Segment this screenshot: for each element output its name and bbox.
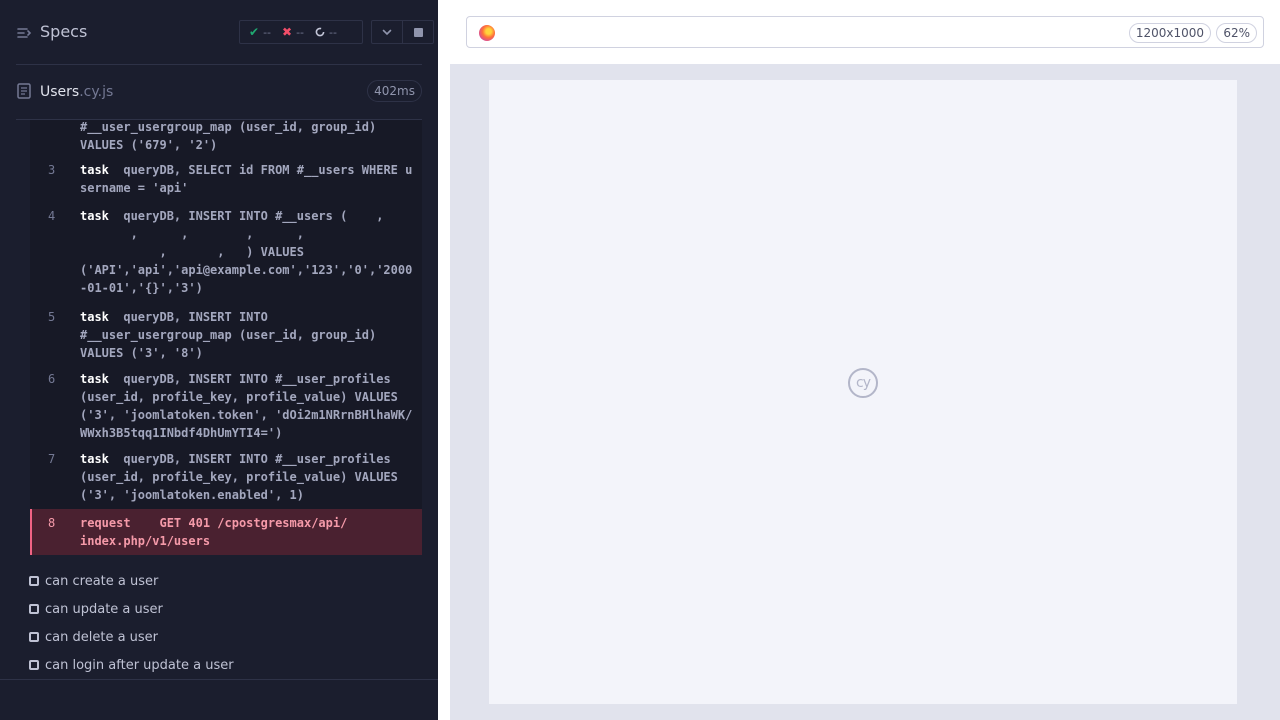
x-icon: ✖: [282, 25, 293, 39]
command-number: 5: [48, 310, 56, 324]
cypress-logo-text: cy: [856, 375, 871, 391]
command-message-text: queryDB, SELECT id FROM #__users WHERE u…: [80, 163, 413, 195]
test-pending-icon: [29, 660, 39, 670]
command-name: request: [80, 516, 131, 530]
command-message-text: queryDB, INSERT INTO #__user_profiles (u…: [80, 452, 398, 502]
command-log-entry[interactable]: 4 task queryDB, INSERT INTO #__users ( ,…: [30, 207, 422, 299]
pending-count: --: [329, 25, 337, 39]
specs-title[interactable]: Specs: [40, 22, 87, 41]
test-title: can login after update a user: [45, 657, 234, 673]
command-message-text: queryDB, INSERT INTO #__user_profiles (u…: [80, 372, 413, 440]
command-log-entry[interactable]: 7 task queryDB, INSERT INTO #__user_prof…: [30, 450, 422, 504]
command-log[interactable]: #__user_usergroup_map (user_id, group_id…: [30, 120, 422, 555]
test-item[interactable]: can delete a user: [29, 627, 158, 647]
command-number: 7: [48, 452, 56, 466]
command-log-entry[interactable]: #__user_usergroup_map (user_id, group_id…: [30, 120, 422, 154]
command-log-entry-failed[interactable]: 8 request GET 401 /cpostgresmax/api/ ind…: [30, 509, 422, 555]
command-message: task queryDB, INSERT INTO #__user_profil…: [80, 450, 416, 504]
command-message: task queryDB, INSERT INTO #__user_profil…: [80, 370, 416, 442]
command-number: 4: [48, 209, 56, 223]
command-name: task: [80, 310, 109, 324]
test-item[interactable]: can update a user: [29, 599, 163, 619]
spec-file-extension: .cy.js: [79, 84, 114, 100]
spec-duration-badge: 402ms: [367, 80, 422, 102]
stop-icon: [413, 27, 423, 37]
command-name: task: [80, 209, 109, 223]
failed-count: --: [296, 25, 305, 39]
stat-pending: --: [315, 26, 337, 39]
command-number: 3: [48, 163, 56, 177]
command-name: task: [80, 372, 109, 386]
viewport-zoom-badge[interactable]: 62%: [1216, 23, 1257, 43]
spec-file-header: Users.cy.js 402ms: [0, 65, 438, 120]
reporter-panel: Specs ✔ -- ✖ -- -- Users.cy.js 402ms #__…: [0, 0, 438, 720]
stat-failed: ✖ --: [282, 25, 304, 39]
command-message: task queryDB, INSERT INTO #__users ( , ,…: [80, 207, 416, 297]
command-number: 8: [48, 516, 56, 530]
test-pending-icon: [29, 604, 39, 614]
test-item[interactable]: can create a user: [29, 571, 158, 591]
viewport-size-badge[interactable]: 1200x1000: [1128, 23, 1211, 43]
spec-file-name: Users.cy.js: [40, 84, 113, 100]
chevron-down-icon: [382, 29, 392, 36]
pending-spinner-icon: [315, 27, 325, 37]
test-item[interactable]: can login after update a user: [29, 655, 234, 675]
command-message-text: queryDB, INSERT INTO #__users ( , , , , …: [80, 209, 413, 295]
url-bar[interactable]: 1200x1000 62%: [466, 16, 1264, 48]
test-pending-icon: [29, 632, 39, 642]
stat-passed: ✔ --: [249, 25, 271, 39]
cypress-runner: Specs ✔ -- ✖ -- -- Users.cy.js 402ms #__…: [0, 0, 1280, 720]
cypress-logo-icon: cy: [848, 368, 878, 398]
command-log-entry[interactable]: 5 task queryDB, INSERT INTO #__user_user…: [30, 308, 422, 362]
stop-button[interactable]: [402, 21, 433, 43]
expand-collapse-button[interactable]: [372, 21, 402, 43]
command-message-text: queryDB, INSERT INTO #__user_usergroup_m…: [80, 310, 377, 360]
command-message: task queryDB, INSERT INTO #__user_usergr…: [80, 308, 416, 362]
test-title: can delete a user: [45, 629, 159, 645]
test-pending-icon: [29, 576, 39, 586]
spec-file-basename: Users: [40, 84, 80, 100]
reporter-header: Specs ✔ -- ✖ -- --: [0, 0, 438, 64]
check-icon: ✔: [249, 25, 260, 39]
firefox-icon[interactable]: [479, 25, 495, 41]
document-icon: [17, 83, 31, 99]
specs-list-icon[interactable]: [16, 25, 32, 41]
test-title: can create a user: [45, 573, 159, 589]
command-number: 6: [48, 372, 56, 386]
command-message-text: #__user_usergroup_map (user_id, group_id…: [80, 120, 377, 152]
command-message: #__user_usergroup_map (user_id, group_id…: [80, 120, 416, 154]
test-stats: ✔ -- ✖ -- --: [239, 20, 363, 44]
panel-resize-handle[interactable]: [438, 64, 450, 720]
command-log-entry[interactable]: 6 task queryDB, INSERT INTO #__user_prof…: [30, 370, 422, 442]
passed-count: --: [263, 25, 272, 39]
test-title: can update a user: [45, 601, 163, 617]
command-name: task: [80, 163, 109, 177]
command-name: task: [80, 452, 109, 466]
command-message: task queryDB, SELECT id FROM #__users WH…: [80, 161, 416, 197]
command-message: request GET 401 /cpostgresmax/api/ index…: [80, 514, 416, 550]
command-log-entry[interactable]: 3 task queryDB, SELECT id FROM #__users …: [30, 161, 422, 197]
reporter-footer-divider: [0, 679, 438, 680]
run-controls: [371, 20, 434, 44]
